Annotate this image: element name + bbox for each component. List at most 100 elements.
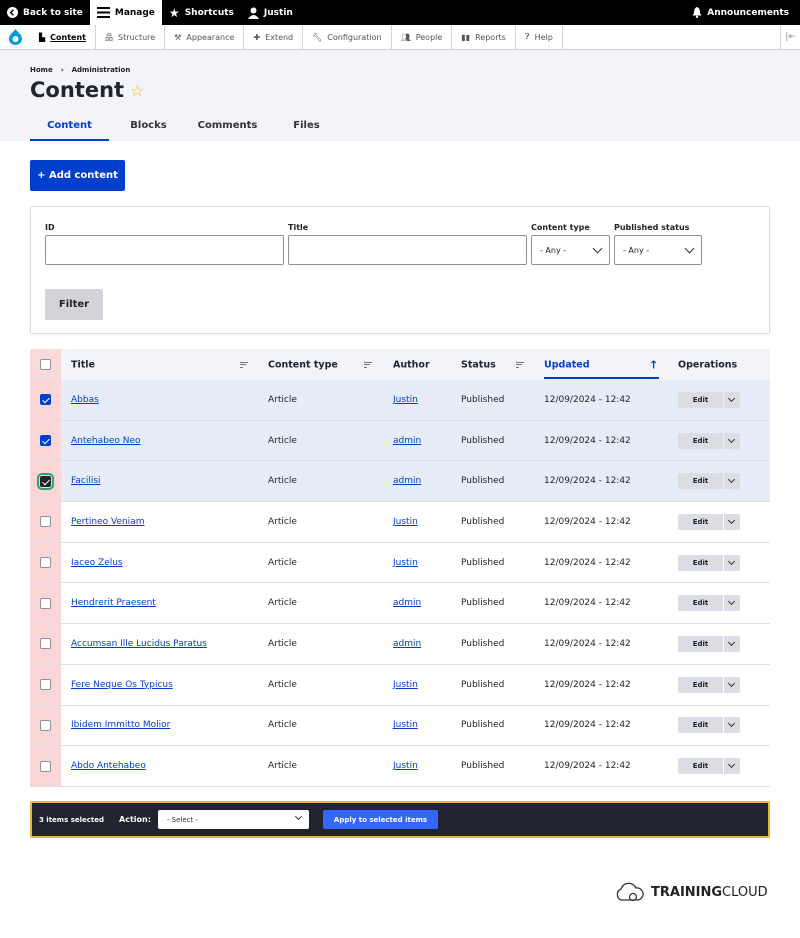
tab-content[interactable]: Content	[30, 116, 109, 141]
content-title-link[interactable]: Ibidem Immitto Molior	[71, 720, 170, 730]
select-all-checkbox[interactable]	[40, 359, 51, 370]
row-checkbox[interactable]	[40, 516, 51, 528]
drupal-logo[interactable]	[0, 25, 30, 50]
column-header-updated[interactable]: Updated	[544, 359, 590, 370]
row-checkbox[interactable]	[40, 435, 51, 447]
content-type-select[interactable]: - Any -	[531, 235, 610, 265]
tray-item-appearance[interactable]: ⚒ Appearance	[165, 24, 245, 50]
shortcut-star-icon[interactable]: ☆	[130, 81, 144, 100]
content-title-link[interactable]: Abdo Antehabeo	[71, 761, 146, 771]
tray-item-reports[interactable]: ▮▮ Reports	[452, 24, 516, 50]
back-to-site-link[interactable]: Back to site	[0, 0, 90, 25]
apply-to-selected-button[interactable]: Apply to selected items	[322, 810, 439, 829]
announcements-button[interactable]: Announcements	[685, 0, 800, 25]
row-checkbox[interactable]	[37, 472, 54, 490]
tray-item-extend[interactable]: ✚ Extend	[244, 24, 304, 50]
chevron-down-icon[interactable]	[724, 432, 740, 449]
column-header-status[interactable]: Status	[461, 359, 496, 370]
operations-dropbutton: Edit	[678, 432, 740, 449]
chevron-down-icon[interactable]	[724, 676, 740, 693]
filter-button[interactable]: Filter	[45, 289, 103, 320]
collapse-tray-icon[interactable]: |⇤	[780, 24, 800, 50]
tray-item-label: Help	[534, 32, 553, 42]
breadcrumb-home-link[interactable]: Home	[30, 66, 53, 74]
content-title-link[interactable]: Hendrerit Praesent	[71, 598, 156, 608]
row-checkbox[interactable]	[40, 597, 51, 609]
edit-button[interactable]: Edit	[678, 391, 723, 408]
select-column	[30, 746, 61, 786]
shortcuts-button[interactable]: ★ Shortcuts	[162, 0, 241, 25]
content-title-link[interactable]: Pertineo Veniam	[71, 517, 144, 527]
author-link[interactable]: Justin	[393, 761, 418, 771]
tab-blocks[interactable]: Blocks	[109, 116, 188, 141]
edit-button[interactable]: Edit	[678, 758, 723, 775]
edit-button[interactable]: Edit	[678, 717, 723, 734]
content-title-link[interactable]: Fere Neque Os Typicus	[71, 680, 173, 690]
manage-button[interactable]: Manage	[89, 0, 162, 25]
author-link[interactable]: admin	[393, 476, 421, 486]
user-button[interactable]: Justin	[241, 0, 300, 25]
select-column	[30, 542, 61, 583]
chevron-down-icon[interactable]	[724, 554, 740, 571]
published-status-select[interactable]: - Any -	[614, 235, 702, 265]
content-type-cell: Article	[268, 516, 297, 527]
author-link[interactable]: Justin	[393, 720, 418, 730]
chevron-down-icon[interactable]	[724, 635, 740, 652]
tray-item-help[interactable]: ❓︎ Help	[516, 24, 563, 50]
tray-item-structure[interactable]: 品 Structure	[96, 24, 166, 50]
column-header-content-type[interactable]: Content type	[268, 359, 338, 370]
content-title-link[interactable]: Abbas	[71, 395, 99, 405]
tray-item-people[interactable]: 👥︎ People	[392, 24, 453, 50]
bell-icon	[692, 7, 702, 18]
admin-toolbar: Back to site Manage ★ Shortcuts Justin A…	[0, 0, 800, 25]
edit-button[interactable]: Edit	[678, 432, 723, 449]
edit-button[interactable]: Edit	[678, 513, 723, 530]
title-filter-input[interactable]	[288, 235, 527, 265]
status-cell: Published	[461, 598, 505, 609]
tray-item-configuration[interactable]: 🔧︎ Configuration	[303, 24, 392, 50]
add-content-button[interactable]: + Add content	[30, 160, 125, 191]
row-checkbox[interactable]	[40, 719, 51, 731]
tab-comments[interactable]: Comments	[188, 116, 267, 141]
author-link[interactable]: admin	[393, 639, 421, 649]
row-checkbox[interactable]	[40, 557, 51, 569]
column-header-author: Author	[393, 359, 430, 370]
column-header-title[interactable]: Title	[71, 359, 95, 370]
edit-button[interactable]: Edit	[678, 473, 723, 490]
action-select[interactable]: - Select -	[157, 810, 309, 829]
row-checkbox[interactable]	[40, 679, 51, 691]
row-checkbox[interactable]	[40, 638, 51, 650]
author-link[interactable]: Justin	[393, 395, 418, 405]
content-title-link[interactable]: Facilisi	[71, 476, 101, 486]
content-title-link[interactable]: Accumsan Ille Lucidus Paratus	[71, 639, 207, 649]
chevron-down-icon[interactable]	[724, 758, 740, 775]
edit-button[interactable]: Edit	[678, 635, 723, 652]
tab-files[interactable]: Files	[267, 116, 346, 141]
id-filter-input[interactable]	[45, 235, 284, 265]
chevron-down-icon[interactable]	[724, 595, 740, 612]
chevron-down-icon[interactable]	[724, 717, 740, 734]
author-link[interactable]: Justin	[393, 680, 418, 690]
breadcrumb-administration-link[interactable]: Administration	[72, 66, 131, 74]
content-title-link[interactable]: Antehabeo Neo	[71, 436, 141, 446]
tray-item-content[interactable]: ▙ Content	[30, 24, 96, 50]
edit-button[interactable]: Edit	[678, 554, 723, 571]
chevron-down-icon[interactable]	[724, 391, 740, 408]
content-title-link[interactable]: Iaceo Zelus	[71, 558, 123, 568]
edit-button[interactable]: Edit	[678, 676, 723, 693]
status-cell: Published	[461, 476, 505, 487]
back-to-site-label: Back to site	[23, 7, 83, 18]
edit-button[interactable]: Edit	[678, 595, 723, 612]
author-link[interactable]: Justin	[393, 517, 418, 527]
row-checkbox[interactable]	[40, 760, 51, 772]
content-type-cell: Article	[268, 638, 297, 649]
author-link[interactable]: admin	[393, 598, 421, 608]
row-checkbox[interactable]	[40, 394, 51, 406]
updated-cell: 12/09/2024 - 12:42	[544, 476, 631, 487]
chevron-down-icon[interactable]	[724, 473, 740, 490]
chevron-down-icon[interactable]	[724, 513, 740, 530]
status-cell: Published	[461, 394, 505, 405]
updated-cell: 12/09/2024 - 12:42	[544, 394, 631, 405]
author-link[interactable]: Justin	[393, 558, 418, 568]
author-link[interactable]: admin	[393, 436, 421, 446]
